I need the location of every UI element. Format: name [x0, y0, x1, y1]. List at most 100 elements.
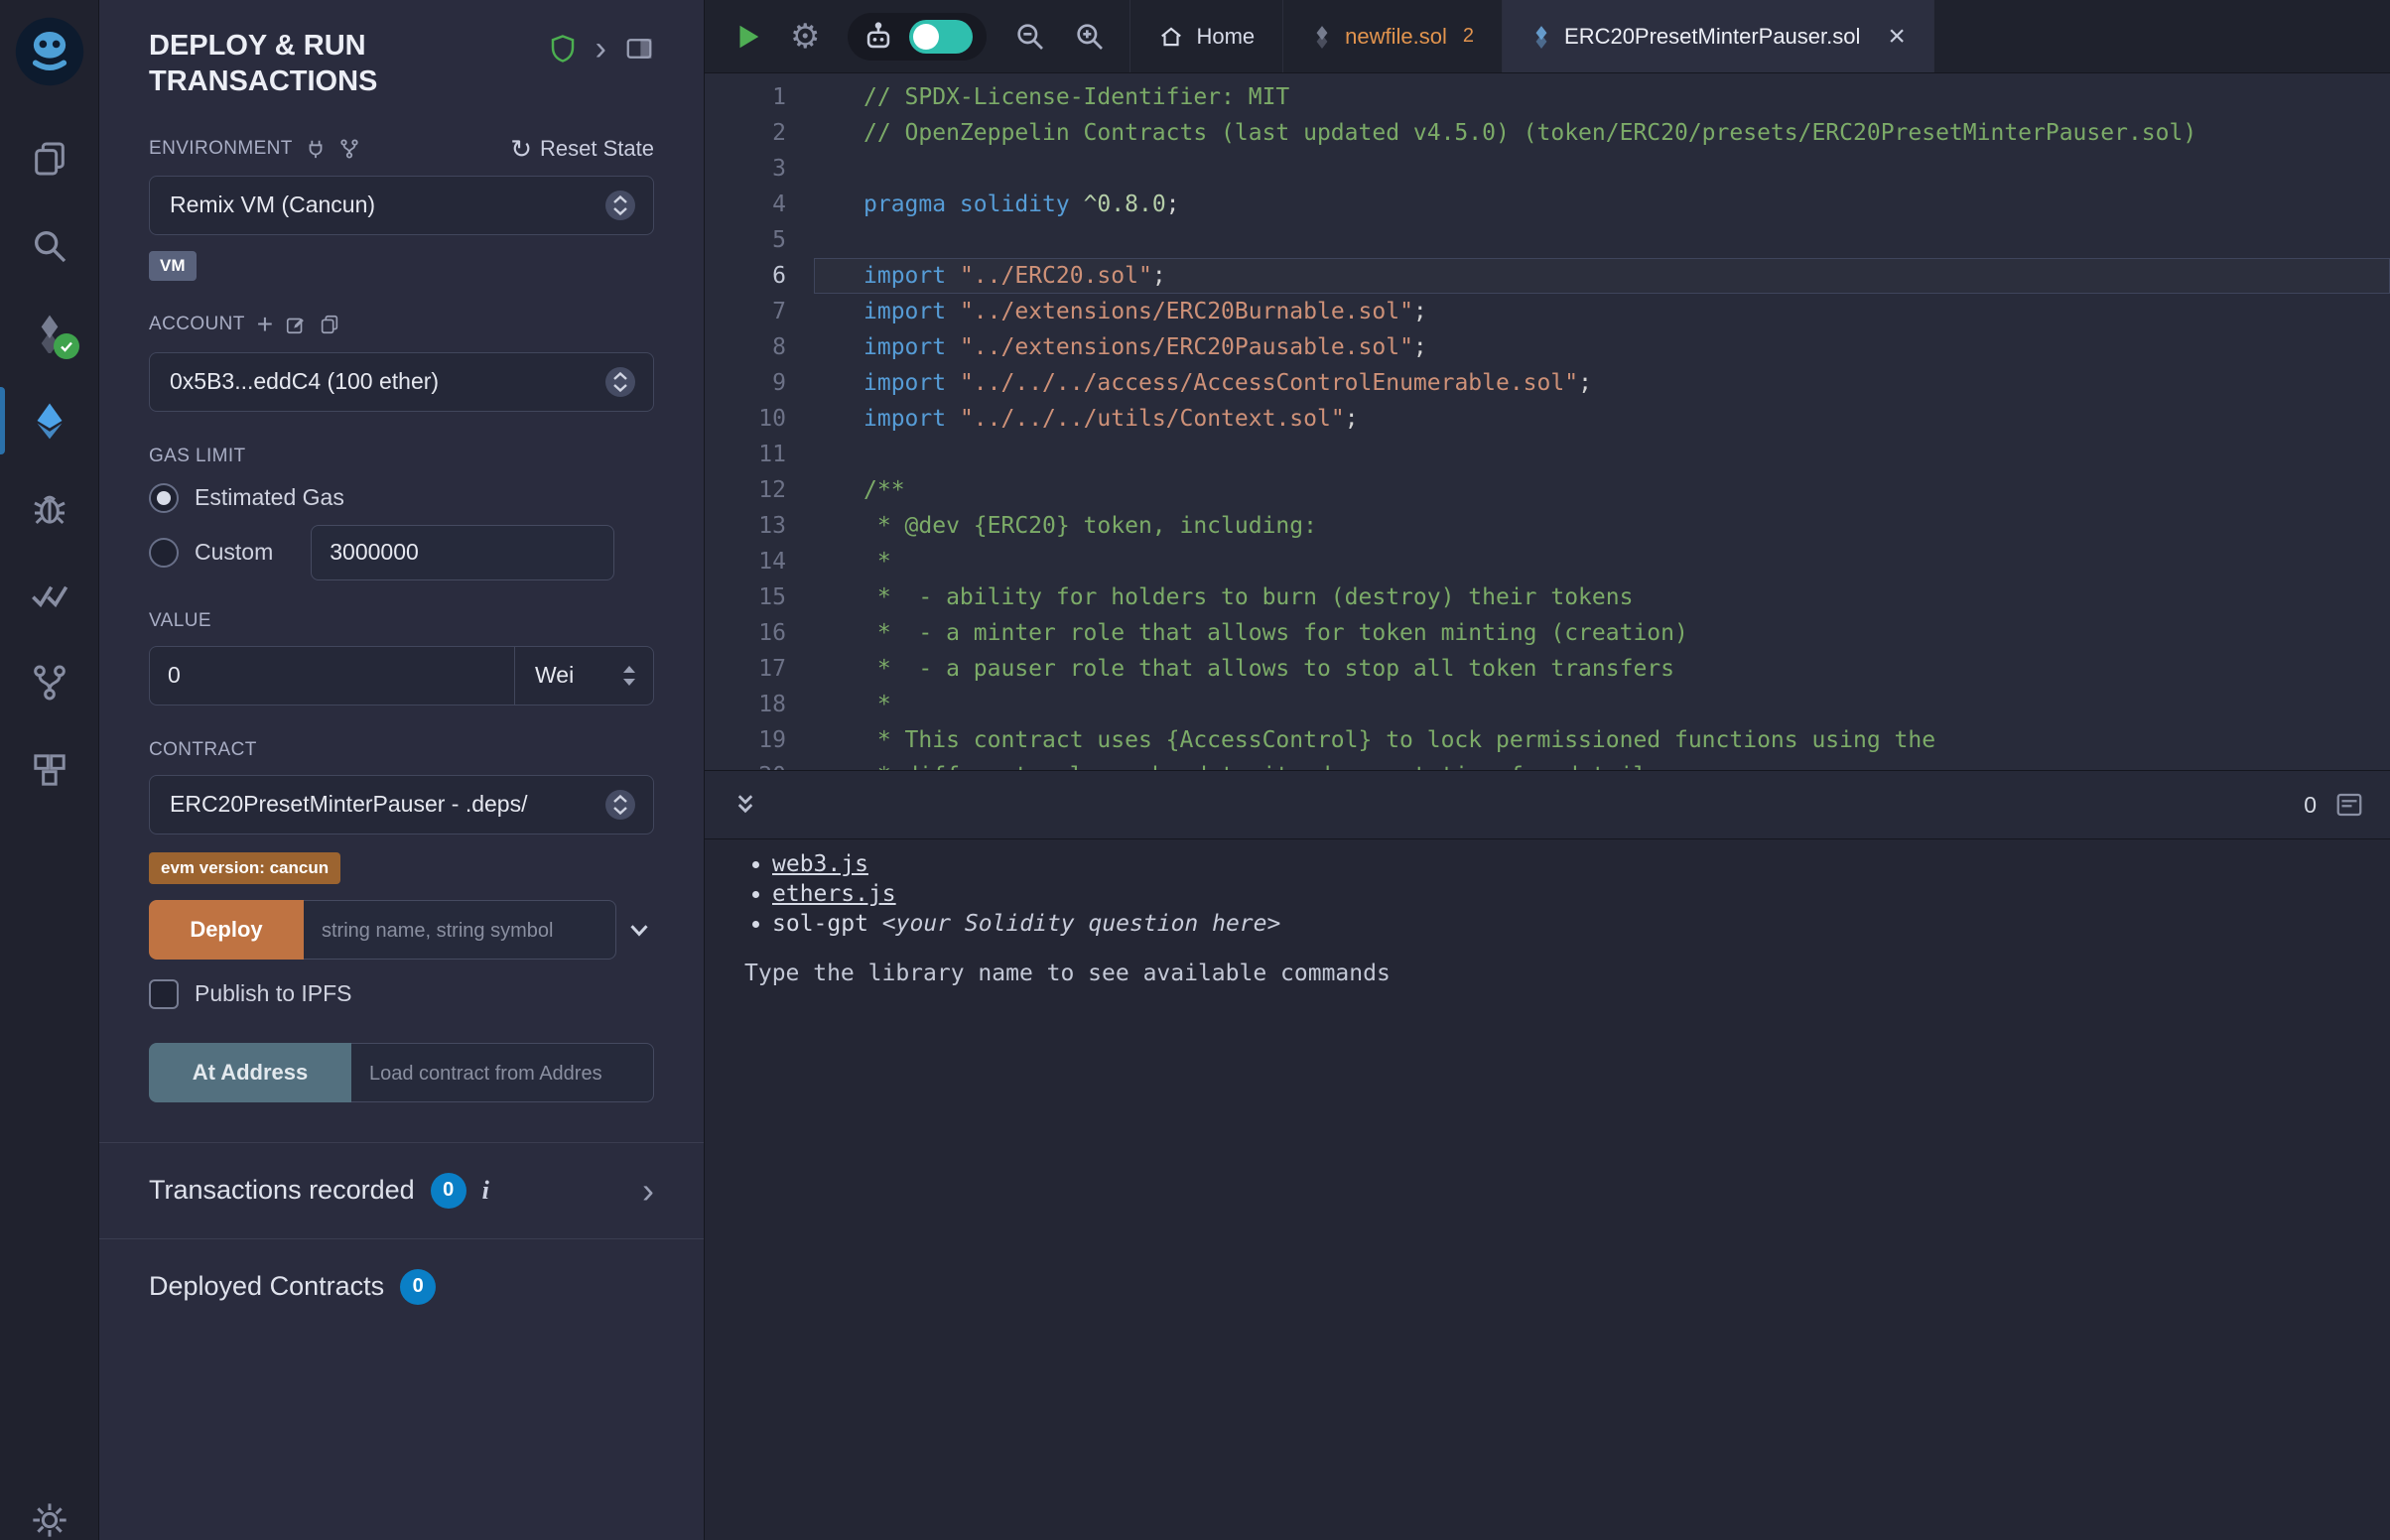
code-line[interactable]: 4pragma solidity ^0.8.0; — [705, 187, 2390, 222]
code-line[interactable]: 3 — [705, 151, 2390, 187]
environment-label: ENVIRONMENT — [149, 138, 293, 160]
sidebar-item-search[interactable] — [0, 202, 99, 290]
gas-limit-label: GAS LIMIT — [149, 446, 246, 467]
unsaved-changes-badge: 2 — [1463, 25, 1474, 48]
code-line[interactable]: 13 * @dev {ERC20} token, including: — [705, 508, 2390, 544]
code-line[interactable]: 17 * - a pauser role that allows to stop… — [705, 651, 2390, 687]
ai-toggle[interactable] — [909, 20, 973, 54]
split-view-icon[interactable] — [624, 34, 654, 64]
code-line[interactable]: 8import "../extensions/ERC20Pausable.sol… — [705, 329, 2390, 365]
sidebar-item-deploy-and-run[interactable] — [0, 377, 99, 464]
code-line[interactable]: 11 — [705, 437, 2390, 472]
fork-icon[interactable] — [338, 138, 360, 160]
tab-erc20-preset-minter-pauser[interactable]: ERC20PresetMinterPauser.sol × — [1503, 0, 1934, 72]
ai-assistant-group — [848, 13, 987, 61]
info-icon[interactable]: i — [482, 1176, 489, 1206]
contract-select[interactable]: ERC20PresetMinterPauser - .deps/ — [149, 775, 654, 834]
code-line[interactable]: 12/** — [705, 472, 2390, 508]
sidebar-item-debugger[interactable] — [0, 464, 99, 552]
expand-transactions-chevron-icon[interactable]: › — [642, 1173, 654, 1209]
terminal-listen-icon[interactable] — [2334, 790, 2364, 820]
expand-terminal-chevrons-icon[interactable] — [730, 790, 760, 820]
code-line[interactable]: 16 * - a minter role that allows for tok… — [705, 615, 2390, 651]
code-line[interactable]: 10import "../../../utils/Context.sol"; — [705, 401, 2390, 437]
line-content: /** — [814, 472, 2390, 508]
sidebar-item-plugin-manager[interactable] — [0, 726, 99, 814]
edit-account-icon[interactable] — [285, 314, 307, 335]
select-spinner-icon — [603, 788, 637, 822]
value-label: VALUE — [149, 610, 211, 632]
deploy-args-input[interactable] — [304, 900, 616, 960]
deploy-run-panel: DEPLOY & RUN TRANSACTIONS › ENVIRONMENT … — [99, 0, 705, 1540]
at-address-button[interactable]: At Address — [149, 1043, 351, 1102]
terminal-bar: 0 — [705, 770, 2390, 839]
editor-toolbar: ⚙ Home newfile.sol 2 — [705, 0, 2390, 73]
shield-icon[interactable] — [548, 34, 578, 64]
deployed-count-badge: 0 — [400, 1269, 436, 1305]
code-line[interactable]: 20 * different roles - head to its docum… — [705, 758, 2390, 770]
code-line[interactable]: 18 * — [705, 687, 2390, 722]
code-line[interactable]: 19 * This contract uses {AccessControl} … — [705, 722, 2390, 758]
at-address-input[interactable] — [351, 1043, 654, 1102]
sidebar-item-unit-testing[interactable] — [0, 552, 99, 639]
add-account-icon[interactable]: + — [257, 311, 273, 338]
main-area: ⚙ Home newfile.sol 2 — [705, 0, 2390, 1540]
reset-state-button[interactable]: ↻ Reset State — [510, 136, 654, 162]
copy-account-icon[interactable] — [319, 314, 340, 335]
vm-badge: VM — [149, 251, 197, 281]
sidebar-item-settings[interactable] — [0, 1500, 99, 1540]
close-tab-icon[interactable]: × — [1888, 22, 1906, 52]
code-line[interactable]: 1// SPDX-License-Identifier: MIT — [705, 79, 2390, 115]
line-content — [814, 222, 2390, 258]
code-line[interactable]: 9import "../../../access/AccessControlEn… — [705, 365, 2390, 401]
code-editor[interactable]: 1// SPDX-License-Identifier: MIT2// Open… — [705, 73, 2390, 770]
tab-newfile[interactable]: newfile.sol 2 — [1283, 0, 1503, 72]
sidebar-item-solidity-compiler[interactable] — [0, 290, 99, 377]
estimated-gas-radio[interactable]: Estimated Gas — [149, 483, 654, 513]
line-content: // OpenZeppelin Contracts (last updated … — [814, 115, 2390, 151]
code-line[interactable]: 5 — [705, 222, 2390, 258]
ai-robot-icon[interactable] — [862, 20, 895, 54]
code-line[interactable]: 15 * - ability for holders to burn (dest… — [705, 579, 2390, 615]
deployed-contracts-row: Deployed Contracts 0 — [99, 1239, 704, 1335]
line-number: 2 — [705, 115, 814, 151]
terminal-list-item[interactable]: web3.js — [772, 849, 2390, 879]
line-number: 3 — [705, 151, 814, 187]
radio-unselected-icon — [149, 538, 179, 568]
line-content: * @dev {ERC20} token, including: — [814, 508, 2390, 544]
publish-to-ipfs-checkbox[interactable]: Publish to IPFS — [149, 979, 654, 1009]
zoom-in-icon[interactable] — [1074, 21, 1106, 53]
code-line[interactable]: 7import "../extensions/ERC20Burnable.sol… — [705, 294, 2390, 329]
value-input[interactable] — [150, 647, 514, 705]
terminal-list: web3.jsethers.jssol-gpt <your Solidity q… — [772, 849, 2390, 939]
code-line[interactable]: 14 * — [705, 544, 2390, 579]
remix-logo-icon[interactable] — [12, 14, 87, 89]
deploy-button[interactable]: Deploy — [149, 900, 304, 960]
sidebar-item-file-explorer[interactable] — [0, 115, 99, 202]
plug-icon[interactable] — [305, 138, 327, 160]
environment-select[interactable]: Remix VM (Cancun) — [149, 176, 654, 235]
value-unit-select[interactable]: Wei — [514, 647, 653, 705]
tab-home[interactable]: Home — [1129, 0, 1283, 72]
transactions-recorded-row[interactable]: Transactions recorded 0 i › — [99, 1143, 704, 1238]
terminal-list-item[interactable]: ethers.js — [772, 879, 2390, 909]
custom-gas-input[interactable] — [311, 525, 614, 580]
custom-gas-radio[interactable]: Custom — [149, 525, 654, 580]
transactions-count-badge: 0 — [431, 1173, 466, 1209]
zoom-out-icon[interactable] — [1014, 21, 1046, 53]
solidity-file-icon — [1530, 25, 1552, 49]
line-number: 12 — [705, 472, 814, 508]
expand-deploy-params-chevron-icon[interactable] — [624, 915, 654, 945]
terminal-output[interactable]: web3.jsethers.jssol-gpt <your Solidity q… — [705, 839, 2390, 1540]
code-line[interactable]: 2// OpenZeppelin Contracts (last updated… — [705, 115, 2390, 151]
line-content: * different roles - head to its document… — [814, 758, 2390, 770]
run-script-icon[interactable] — [732, 22, 762, 52]
collapse-panel-chevron-icon[interactable]: › — [596, 32, 606, 65]
line-content: import "../../../utils/Context.sol"; — [814, 401, 2390, 437]
line-content: * - a pauser role that allows to stop al… — [814, 651, 2390, 687]
script-config-gears-icon[interactable]: ⚙ — [790, 20, 820, 54]
line-number: 11 — [705, 437, 814, 472]
code-line[interactable]: 6import "../ERC20.sol"; — [705, 258, 2390, 294]
account-select[interactable]: 0x5B3...eddC4 (100 ether) — [149, 352, 654, 412]
sidebar-item-git[interactable] — [0, 639, 99, 726]
